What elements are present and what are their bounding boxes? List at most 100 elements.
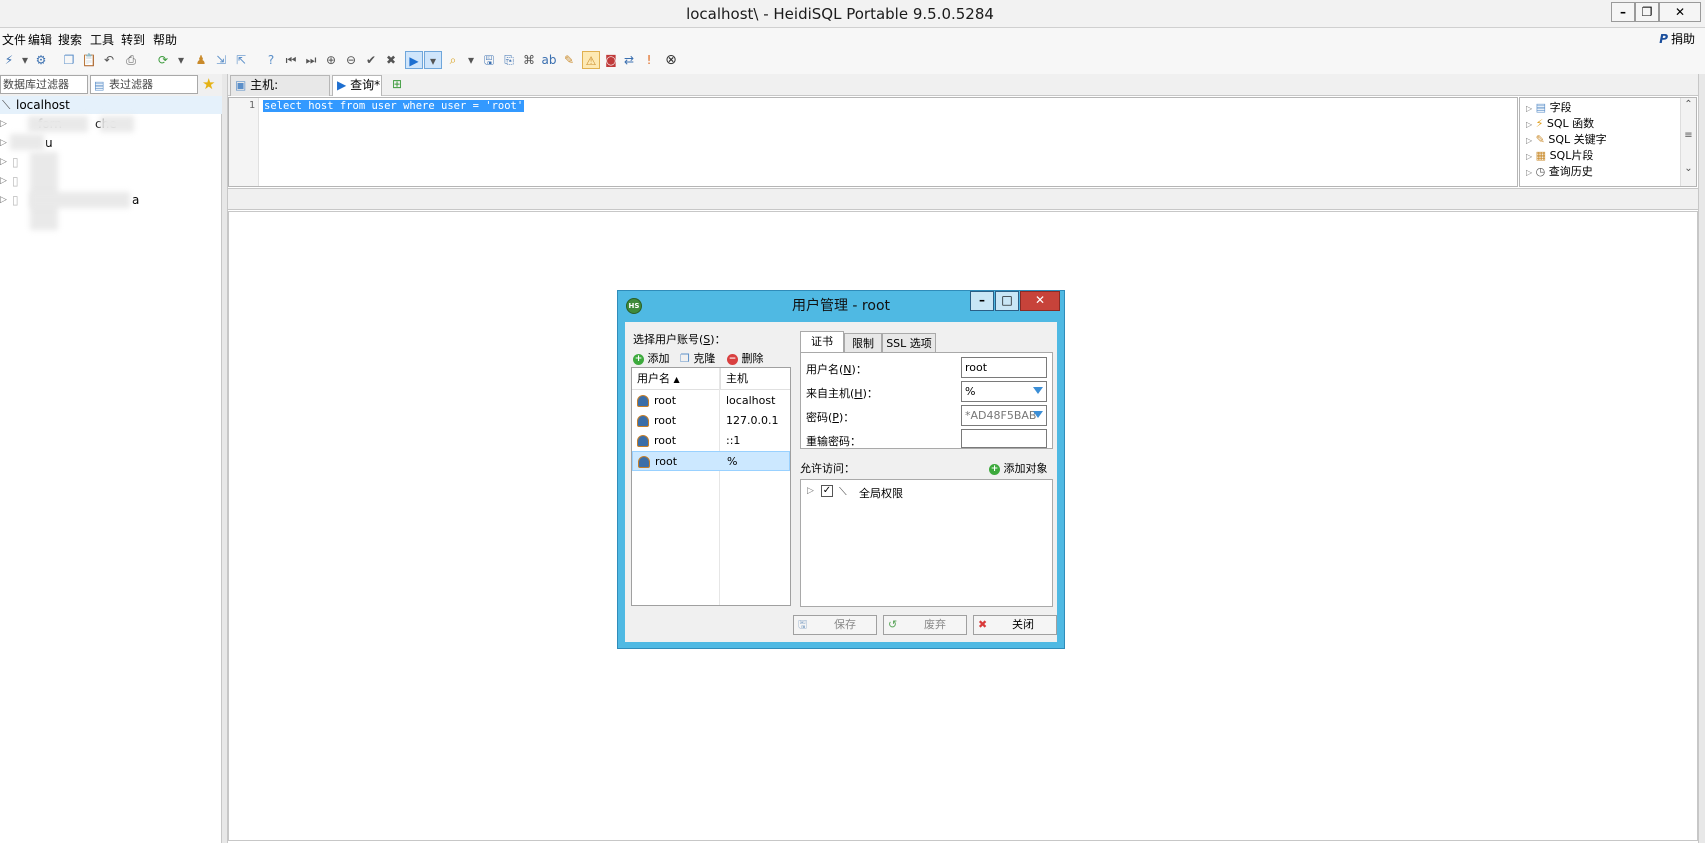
replace-icon[interactable]: ab (540, 51, 558, 69)
global-privileges-checkbox[interactable]: ✓ (821, 485, 833, 497)
menu-edit[interactable]: 编辑 (28, 31, 52, 48)
tree-item-label: u (45, 136, 53, 150)
dialog-minimize-button[interactable]: – (970, 291, 994, 311)
run-dropdown-icon[interactable]: ▾ (424, 51, 442, 69)
delete-icon: − (727, 353, 738, 365)
user-manager-icon[interactable]: ♟ (192, 51, 210, 69)
tab-limits[interactable]: 限制 (844, 333, 882, 353)
repeat-password-input[interactable] (961, 429, 1047, 448)
user-row[interactable]: root 127.0.0.1 (632, 411, 790, 431)
database-filter-input[interactable]: 数据库过滤器 (0, 75, 88, 94)
donate-button[interactable]: P 捐助 (1659, 30, 1695, 47)
menu-search[interactable]: 搜索 (58, 31, 82, 48)
find-icon[interactable]: ⌘ (520, 51, 538, 69)
user-host: 127.0.0.1 (726, 414, 779, 427)
username-input[interactable]: root (961, 357, 1047, 378)
import-icon[interactable]: ⇱ (232, 51, 250, 69)
undo-icon[interactable]: ↶ (100, 51, 118, 69)
access-tree[interactable]: ▷ ✓ ⟍ 全局权限 (800, 479, 1053, 607)
save-button[interactable]: 🖫 保存 (793, 615, 877, 635)
refresh-icon[interactable]: ⟳ (154, 51, 172, 69)
tree-root[interactable]: ⟍ localhost (0, 96, 222, 114)
tab-query[interactable]: ▶ 查询* (332, 75, 382, 96)
redaction (28, 116, 88, 132)
copy-icon[interactable]: ❐ (60, 51, 78, 69)
warning-icon[interactable]: ⚠ (582, 51, 600, 69)
helper-functions[interactable]: ▷ ⚡ SQL 函数 (1526, 116, 1594, 132)
sql-text[interactable]: select host from user where user = 'root… (263, 100, 525, 112)
dialog-close-button[interactable]: ✕ (1020, 291, 1060, 311)
save-icon[interactable]: 🖫 (480, 51, 498, 69)
clone-user-button[interactable]: ❐ 克隆 (680, 350, 715, 366)
column-host[interactable]: 主机 (720, 368, 790, 390)
add-icon: + (633, 353, 644, 365)
right-scrollbar[interactable] (1698, 74, 1705, 843)
dialog-maximize-button[interactable]: □ (995, 291, 1019, 311)
exclamation-icon[interactable]: ! (640, 51, 658, 69)
delete-user-label: 删除 (741, 352, 764, 365)
helper-keywords[interactable]: ▷ ✎ SQL 关键字 (1526, 132, 1607, 148)
add-object-button[interactable]: + 添加对象 (989, 460, 1048, 476)
last-icon[interactable]: ⏭ (302, 51, 320, 69)
menu-help[interactable]: 帮助 (153, 31, 177, 48)
stop-icon[interactable]: ◙ (602, 51, 620, 69)
tab-credentials[interactable]: 证书 (800, 331, 844, 353)
dropdown-arrow-icon[interactable]: ▾ (462, 51, 480, 69)
swap-icon[interactable]: ⇄ (620, 51, 638, 69)
run-icon[interactable]: ▶ (405, 51, 423, 69)
remove-icon[interactable]: ⊖ (342, 51, 360, 69)
helper-columns[interactable]: ▷ ▤ 字段 (1526, 100, 1572, 116)
star-icon[interactable]: ★ (202, 75, 215, 93)
user-icon (637, 415, 649, 427)
paste-icon[interactable]: 📋 (80, 51, 98, 69)
new-tab-icon[interactable]: ⊞ (392, 77, 402, 91)
export-icon[interactable]: ⇲ (212, 51, 230, 69)
first-icon[interactable]: ⏮ (282, 51, 300, 69)
insert-icon[interactable]: ⊕ (322, 51, 340, 69)
server-icon: ⟍ (839, 485, 847, 498)
password-combobox[interactable]: *AD48F5BAB (961, 405, 1047, 426)
add-user-label: 添加 (647, 352, 670, 365)
post-icon[interactable]: ✔ (362, 51, 380, 69)
format-icon[interactable]: ✎ (560, 51, 578, 69)
user-host: localhost (726, 394, 776, 407)
dropdown-arrow-icon[interactable]: ▾ (172, 51, 190, 69)
credentials-panel: 用户名(N)： root 来自主机(H)： % 密码(P)： *AD48F5BA… (800, 352, 1053, 449)
helper-snippets[interactable]: ▷ ▦ SQL片段 (1526, 148, 1593, 164)
history-icon: ◷ (1535, 165, 1546, 178)
tab-host[interactable]: ▣ 主机: 127.0.0.1 (230, 75, 330, 111)
discard-button[interactable]: ↺ 废弃 (883, 615, 967, 635)
database-icon: ▯ (12, 174, 19, 188)
close-button[interactable]: ✕ (1659, 2, 1701, 22)
load-icon[interactable]: ⎘ (500, 51, 518, 69)
tab-ssl-options[interactable]: SSL 选项 (882, 333, 936, 353)
print-icon[interactable]: ⎙ (122, 51, 140, 69)
help-icon[interactable]: ? (262, 51, 280, 69)
explain-icon[interactable]: ⌕ (444, 51, 462, 69)
minimize-button[interactable]: – (1611, 2, 1635, 22)
abort-icon[interactable]: ⊗ (662, 51, 680, 69)
query-helpers: ▷ ▤ 字段 ▷ ⚡ SQL 函数 ▷ ✎ SQL 关键字 ▷ ▦ SQL片段 … (1519, 97, 1697, 187)
user-list[interactable]: 用户名 ▲ 主机 root localhost root 127.0.0.1 r… (631, 367, 791, 606)
sql-editor[interactable]: 1 select host from user where user = 'ro… (228, 97, 1518, 187)
helpers-scrollbar[interactable]: ⌃ ≡ ⌄ (1680, 98, 1696, 186)
expand-icon[interactable]: ▷ (807, 486, 814, 496)
dialog-body: 选择用户账号(S)： + 添加 ❐ 克隆 − 删除 用户名 ▲ 主机 root … (625, 322, 1057, 642)
cancel-icon[interactable]: ✖ (382, 51, 400, 69)
menu-file[interactable]: 文件 (2, 31, 26, 48)
delete-user-button[interactable]: − 删除 (727, 350, 764, 366)
add-user-button[interactable]: + 添加 (633, 350, 670, 366)
disconnect-icon[interactable]: ⚙ (32, 51, 50, 69)
user-row[interactable]: root localhost (632, 391, 790, 411)
table-filter-input[interactable]: ▤ 表过滤器 (90, 75, 198, 94)
column-username[interactable]: 用户名 ▲ (632, 368, 719, 390)
user-row-selected[interactable]: root % (632, 451, 790, 471)
menu-goto[interactable]: 转到 (121, 31, 145, 48)
user-row[interactable]: root ::1 (632, 431, 790, 451)
menu-tools[interactable]: 工具 (90, 31, 114, 48)
host-combobox[interactable]: % (961, 381, 1047, 402)
helper-history[interactable]: ▷ ◷ 查询历史 (1526, 164, 1593, 180)
close-dialog-button[interactable]: ✖ 关闭 (973, 615, 1057, 635)
restore-button[interactable]: ❐ (1635, 2, 1659, 22)
horizontal-splitter[interactable] (228, 188, 1705, 210)
